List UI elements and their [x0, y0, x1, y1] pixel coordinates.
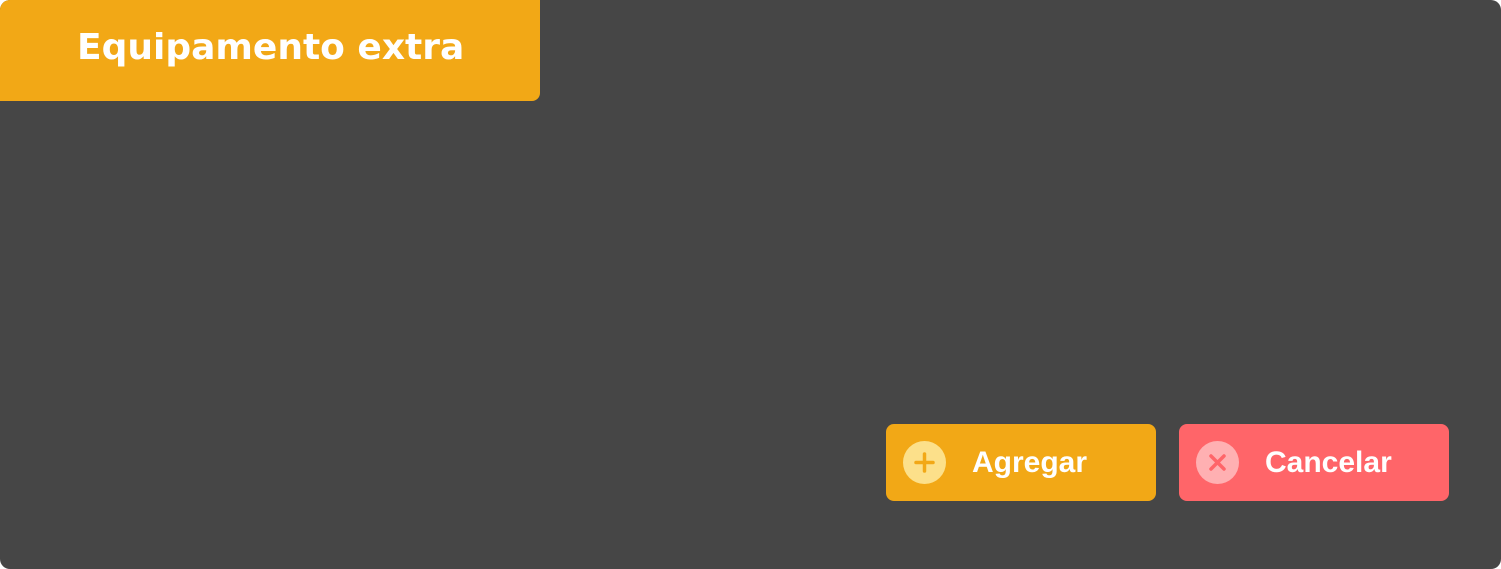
add-button[interactable]: Agregar — [886, 424, 1156, 501]
add-button-label: Agregar — [972, 446, 1088, 479]
cancel-button-label: Cancelar — [1265, 446, 1392, 479]
extra-equipment-dialog: Equipamento extra Agregar Cancelar — [0, 0, 1501, 569]
close-icon — [1196, 441, 1239, 484]
cancel-button[interactable]: Cancelar — [1179, 424, 1449, 501]
dialog-title-tab: Equipamento extra — [0, 0, 540, 101]
plus-icon — [903, 441, 946, 484]
dialog-title: Equipamento extra — [77, 27, 465, 68]
